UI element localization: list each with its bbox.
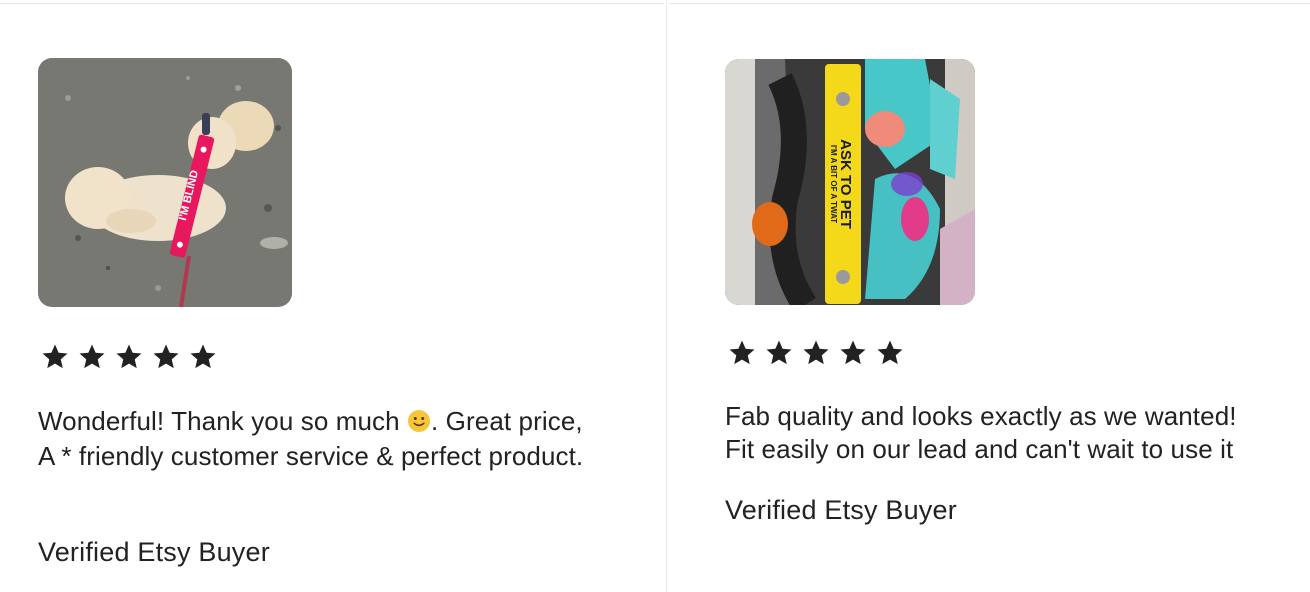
review-text: Fab quality and looks exactly as we want… [725, 400, 1305, 466]
star-icon [729, 340, 755, 365]
star-icon [153, 344, 179, 369]
star-icon [116, 344, 142, 369]
svg-text:ASK TO PET: ASK TO PET [837, 139, 854, 229]
star-rating [40, 342, 218, 372]
star-icon [766, 340, 792, 365]
reviewer-name: Verified Etsy Buyer [725, 495, 957, 525]
review-card-1: I'M BLIND Wonderful! Thank you so much .… [38, 0, 638, 592]
review-text-line-1: Fab quality and looks exactly as we want… [725, 401, 1237, 431]
star-icon [877, 340, 903, 365]
svg-text:I'M A BIT OF A TWAT: I'M A BIT OF A TWAT [829, 145, 838, 223]
star-icon [190, 344, 216, 369]
star-icon [803, 340, 829, 365]
star-icon [42, 344, 68, 369]
star-rating [727, 338, 905, 368]
review-photo-1[interactable]: I'M BLIND [38, 58, 292, 307]
star-icon [79, 344, 105, 369]
reviewer-name: Verified Etsy Buyer [38, 537, 270, 567]
review-photo-2[interactable]: ASK TO PET I'M A BIT OF A TWAT [725, 59, 975, 305]
review-text: Wonderful! Thank you so much . Great pri… [38, 406, 584, 471]
harnesses-with-yellow-lead-image: ASK TO PET I'M A BIT OF A TWAT [725, 59, 975, 305]
review-card-2: ASK TO PET I'M A BIT OF A TWAT Fab quali… [725, 0, 1310, 592]
dog-with-pink-lead-image: I'M BLIND [38, 58, 292, 307]
star-icon [840, 340, 866, 365]
slightly-smiling-face-icon [408, 410, 431, 432]
review-text-line-2: Fit easily on our lead and can't wait to… [725, 434, 1234, 464]
card-divider [666, 0, 667, 592]
